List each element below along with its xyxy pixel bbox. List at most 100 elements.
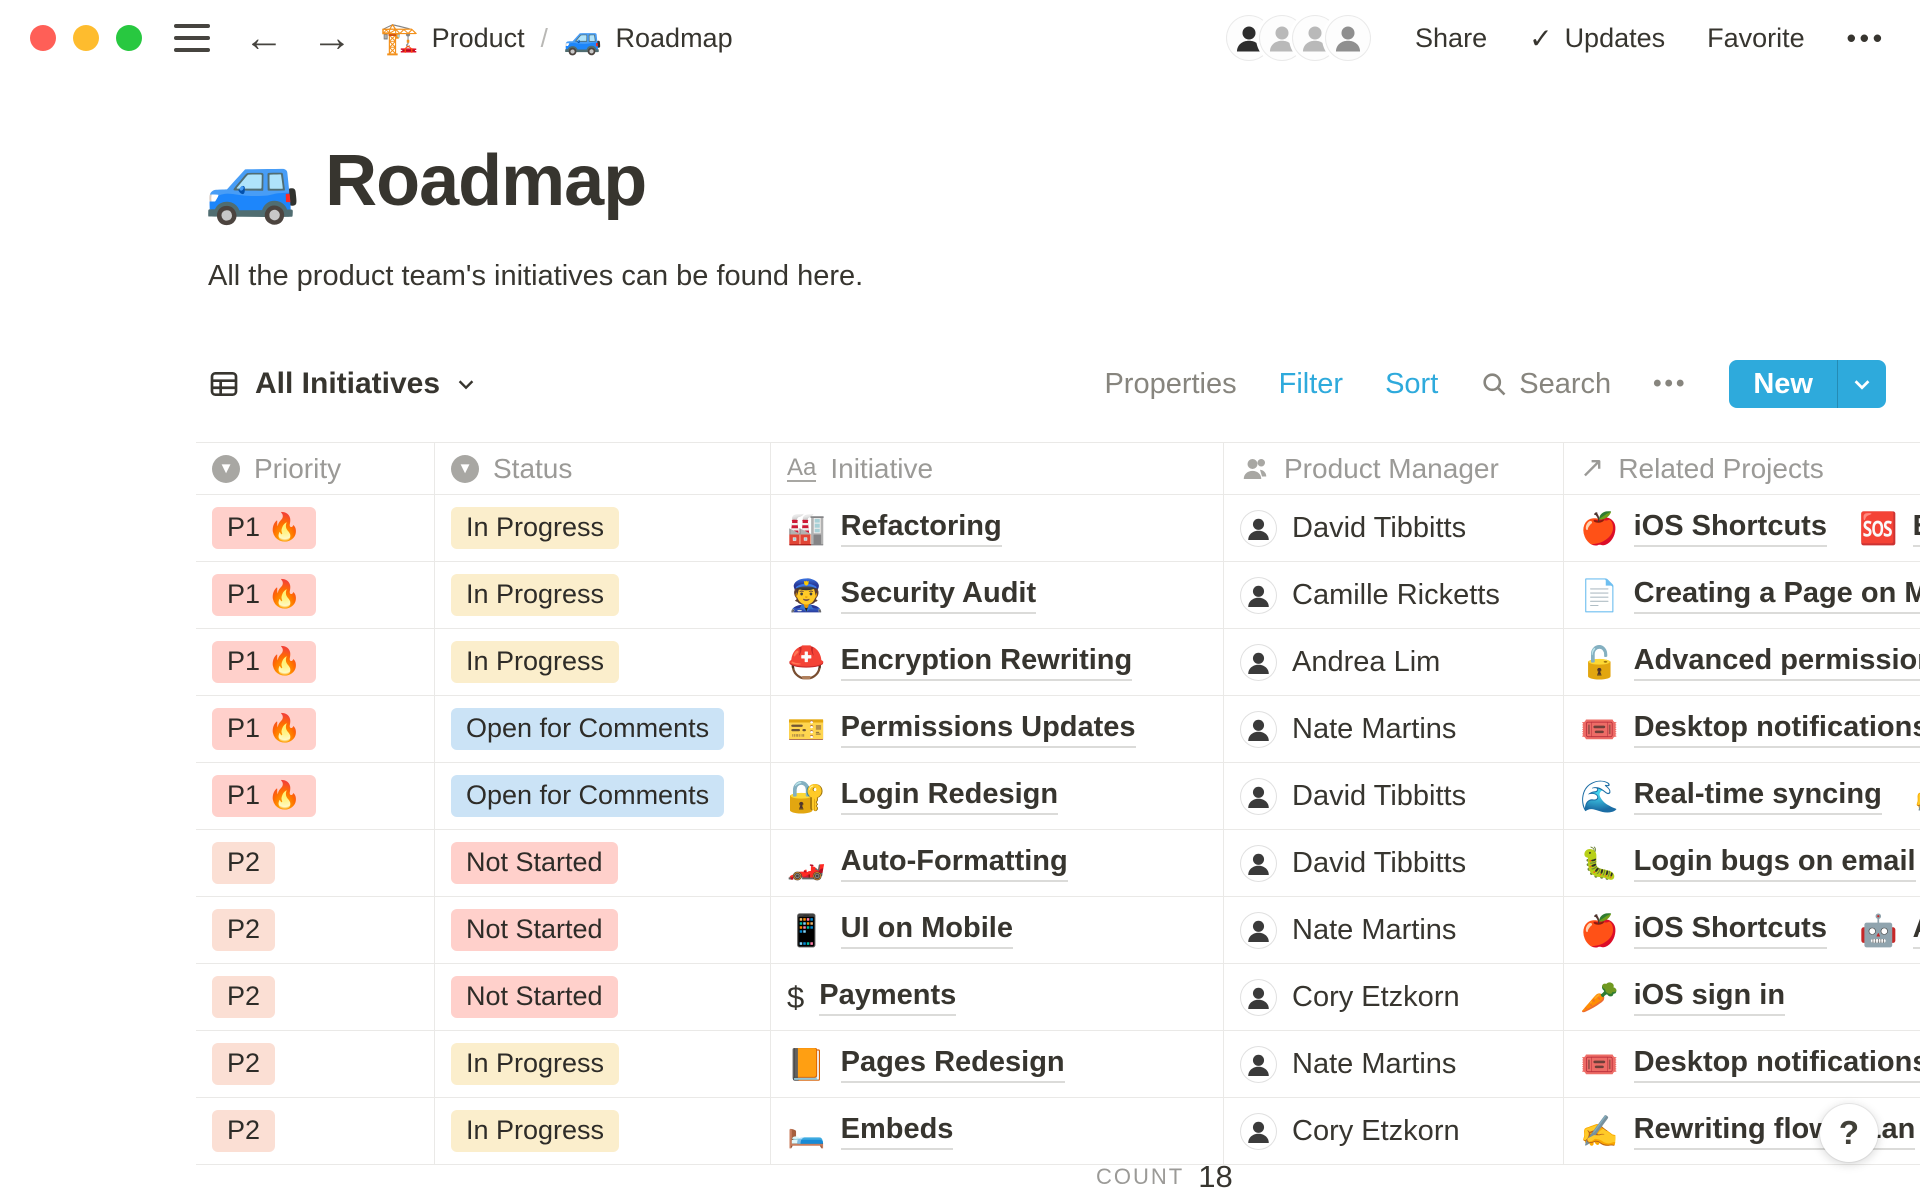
properties-button[interactable]: Properties	[1104, 368, 1236, 401]
status-cell[interactable]: Not Started	[435, 830, 771, 896]
avatar[interactable]	[1325, 15, 1371, 61]
priority-cell[interactable]: P2	[196, 897, 435, 963]
priority-cell[interactable]: P1 🔥	[196, 562, 435, 628]
initiative-page-link[interactable]: UI on Mobile	[841, 912, 1013, 949]
product-manager-cell[interactable]: Andrea Lim	[1224, 629, 1564, 695]
initiative-cell[interactable]: 👮 Security Audit	[771, 562, 1224, 628]
related-project-link[interactable]: 🎟️Desktop notifications	[1580, 711, 1920, 748]
status-cell[interactable]: In Progress	[435, 1031, 771, 1097]
product-manager-cell[interactable]: David Tibbitts	[1224, 830, 1564, 896]
column-header-priority[interactable]: ▼ Priority	[196, 443, 435, 494]
initiative-page-link[interactable]: Security Audit	[841, 577, 1037, 614]
priority-cell[interactable]: P1 🔥	[196, 763, 435, 829]
product-manager-cell[interactable]: David Tibbitts	[1224, 495, 1564, 561]
initiative-cell[interactable]: 🔐 Login Redesign	[771, 763, 1224, 829]
initiative-cell[interactable]: 🏎️ Auto-Formatting	[771, 830, 1224, 896]
related-project-link[interactable]: 🤖And	[1859, 912, 1920, 949]
initiative-cell[interactable]: $ Payments	[771, 964, 1224, 1030]
filter-button[interactable]: Filter	[1279, 368, 1343, 401]
new-button-label[interactable]: New	[1729, 360, 1837, 408]
related-project-link[interactable]: 🐛Login bugs on email	[1580, 845, 1916, 882]
status-cell[interactable]: In Progress	[435, 495, 771, 561]
priority-cell[interactable]: P1 🔥	[196, 696, 435, 762]
related-project-link[interactable]: 🍎iOS Shortcuts	[1580, 912, 1827, 949]
column-header-related-projects[interactable]: ↗ Related Projects	[1564, 443, 1920, 494]
initiative-page-link[interactable]: Login Redesign	[841, 778, 1059, 815]
status-cell[interactable]: In Progress	[435, 629, 771, 695]
share-button[interactable]: Share	[1415, 23, 1487, 54]
related-projects-cell[interactable]: 🍎iOS Shortcuts 🆘Erro	[1564, 495, 1920, 561]
minimize-window-button[interactable]	[73, 25, 99, 51]
related-projects-cell[interactable]: 🎟️Desktop notifications	[1564, 1031, 1920, 1097]
related-project-link[interactable]: 🌊Real-time syncing	[1580, 778, 1882, 815]
help-button[interactable]: ?	[1820, 1104, 1878, 1162]
related-project-link[interactable]: 🎟️Desktop notifications	[1580, 1046, 1920, 1083]
related-project-link[interactable]: 📄Creating a Page on Mob	[1580, 577, 1920, 614]
status-cell[interactable]: Open for Comments	[435, 763, 771, 829]
breadcrumb-item-product[interactable]: 🏗️ Product	[380, 23, 525, 54]
count-calculation[interactable]: COUNT 18	[1096, 1159, 1233, 1195]
product-manager-cell[interactable]: Camille Ricketts	[1224, 562, 1564, 628]
initiative-page-link[interactable]: Permissions Updates	[841, 711, 1136, 748]
related-project-link[interactable]: ✍️Rewriting flow	[1580, 1113, 1832, 1150]
related-projects-cell[interactable]: 🎟️Desktop notifications	[1564, 696, 1920, 762]
related-projects-cell[interactable]: 🍎iOS Shortcuts 🤖And	[1564, 897, 1920, 963]
car-page-icon[interactable]: 🚙	[204, 143, 301, 221]
sort-button[interactable]: Sort	[1385, 368, 1438, 401]
related-project-link[interactable]: 🆘Erro	[1859, 510, 1920, 547]
related-project-link[interactable]: 🍎iOS Shortcuts	[1580, 510, 1827, 547]
product-manager-cell[interactable]: Cory Etzkorn	[1224, 964, 1564, 1030]
more-options-icon[interactable]: •••	[1847, 23, 1886, 54]
page-title[interactable]: Roadmap	[325, 142, 646, 221]
view-more-options-icon[interactable]: •••	[1653, 370, 1687, 398]
priority-cell[interactable]: P1 🔥	[196, 629, 435, 695]
search-button[interactable]: Search	[1480, 368, 1611, 401]
related-projects-cell[interactable]: 🥕iOS sign in	[1564, 964, 1920, 1030]
related-projects-cell[interactable]: 🌊Real-time syncing ✍️	[1564, 763, 1920, 829]
status-cell[interactable]: Not Started	[435, 964, 771, 1030]
product-manager-cell[interactable]: David Tibbitts	[1224, 763, 1564, 829]
initiative-cell[interactable]: 🎫 Permissions Updates	[771, 696, 1224, 762]
forward-arrow-icon[interactable]: →	[312, 18, 352, 58]
related-project-link[interactable]: ✍️	[1914, 781, 1920, 812]
priority-cell[interactable]: P1 🔥	[196, 495, 435, 561]
zoom-window-button[interactable]	[116, 25, 142, 51]
initiative-cell[interactable]: 🏭 Refactoring	[771, 495, 1224, 561]
product-manager-cell[interactable]: Nate Martins	[1224, 1031, 1564, 1097]
related-projects-cell[interactable]: 📄Creating a Page on Mob	[1564, 562, 1920, 628]
view-switcher[interactable]: All Initiatives	[196, 367, 477, 401]
updates-button[interactable]: ✓ Updates	[1529, 22, 1665, 55]
initiative-cell[interactable]: 📙 Pages Redesign	[771, 1031, 1224, 1097]
initiative-page-link[interactable]: Auto-Formatting	[841, 845, 1068, 882]
back-arrow-icon[interactable]: ←	[244, 18, 284, 58]
initiative-page-link[interactable]: Embeds	[841, 1113, 954, 1150]
priority-cell[interactable]: P2	[196, 964, 435, 1030]
related-projects-cell[interactable]: 🐛Login bugs on email🆘	[1564, 830, 1920, 896]
new-dropdown-button[interactable]	[1838, 360, 1886, 408]
new-button[interactable]: New	[1729, 360, 1886, 408]
sidebar-menu-icon[interactable]	[174, 24, 210, 52]
product-manager-cell[interactable]: Nate Martins	[1224, 696, 1564, 762]
initiative-cell[interactable]: ⛑️ Encryption Rewriting	[771, 629, 1224, 695]
initiative-page-link[interactable]: Refactoring	[841, 510, 1002, 547]
priority-cell[interactable]: P2	[196, 830, 435, 896]
product-manager-cell[interactable]: Nate Martins	[1224, 897, 1564, 963]
breadcrumb-item-roadmap[interactable]: 🚙 Roadmap	[564, 23, 733, 54]
initiative-page-link[interactable]: Pages Redesign	[841, 1046, 1065, 1083]
column-header-status[interactable]: ▼ Status	[435, 443, 771, 494]
status-cell[interactable]: Not Started	[435, 897, 771, 963]
close-window-button[interactable]	[30, 25, 56, 51]
page-description[interactable]: All the product team's initiatives can b…	[208, 260, 863, 293]
column-header-initiative[interactable]: Aa Initiative	[771, 443, 1224, 494]
related-projects-cell[interactable]: 🔓Advanced permissions	[1564, 629, 1920, 695]
priority-cell[interactable]: P2	[196, 1031, 435, 1097]
related-project-link[interactable]: 🔓Advanced permissions	[1580, 644, 1920, 681]
initiative-page-link[interactable]: Encryption Rewriting	[841, 644, 1133, 681]
column-header-product-manager[interactable]: Product Manager	[1224, 443, 1564, 494]
favorite-button[interactable]: Favorite	[1707, 23, 1805, 54]
related-project-link[interactable]: 🥕iOS sign in	[1580, 979, 1785, 1016]
status-cell[interactable]: In Progress	[435, 562, 771, 628]
initiative-cell[interactable]: 📱 UI on Mobile	[771, 897, 1224, 963]
status-cell[interactable]: Open for Comments	[435, 696, 771, 762]
initiative-page-link[interactable]: Payments	[819, 979, 956, 1016]
